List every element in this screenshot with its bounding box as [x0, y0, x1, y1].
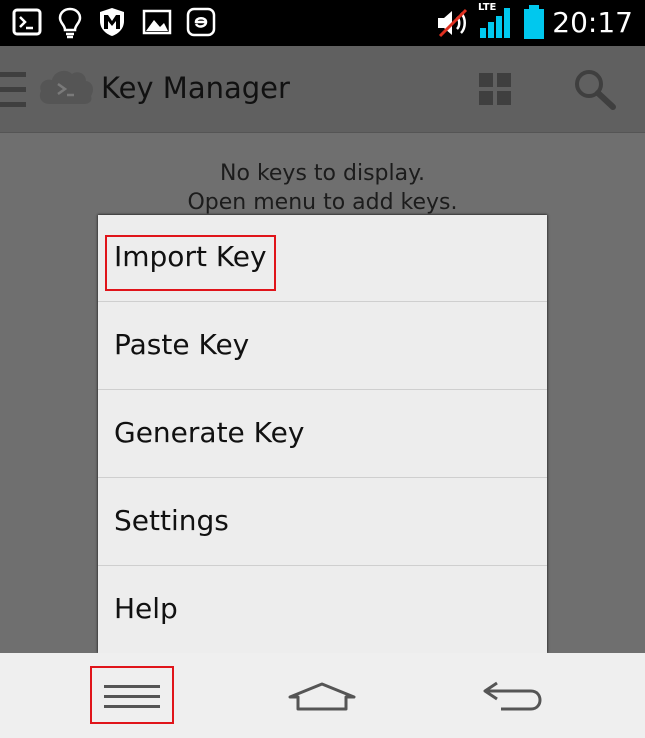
menu-item-label: Paste Key — [114, 328, 250, 361]
import-key-highlight — [105, 235, 276, 291]
status-time: 20:17 — [552, 6, 633, 39]
app-title: Key Manager — [101, 71, 290, 105]
screen: LTE 20:17 Key Manager No keys to display… — [0, 0, 645, 738]
menu-button-highlight — [90, 666, 174, 724]
status-bar: LTE 20:17 — [0, 0, 645, 46]
empty-message-line1: No keys to display. — [220, 161, 425, 186]
back-button[interactable] — [465, 653, 565, 738]
menu-item-label: Settings — [114, 504, 229, 537]
menu-item-help[interactable]: Help — [98, 567, 547, 653]
signal-icon: LTE — [478, 2, 518, 40]
menu-item-generate-key[interactable]: Generate Key — [98, 391, 547, 478]
mcafee-icon — [100, 8, 124, 36]
empty-message-line2: Open menu to add keys. — [187, 190, 458, 215]
grid-icon[interactable] — [478, 72, 512, 106]
menu-item-settings[interactable]: Settings — [98, 479, 547, 566]
home-icon — [288, 682, 356, 711]
home-button[interactable] — [272, 653, 372, 738]
e-icon — [186, 7, 216, 37]
action-bar: Key Manager — [0, 46, 645, 133]
search-icon[interactable] — [573, 68, 617, 110]
lightbulb-icon — [58, 7, 82, 39]
back-icon — [483, 681, 542, 711]
empty-message: No keys to display. Open menu to add key… — [0, 159, 645, 217]
gallery-icon — [142, 9, 172, 35]
terminal-icon — [12, 8, 42, 36]
menu-item-label: Generate Key — [114, 416, 305, 449]
menu-item-label: Help — [114, 592, 178, 625]
drawer-icon[interactable] — [0, 70, 28, 110]
battery-icon — [524, 5, 544, 39]
muted-volume-icon — [438, 8, 468, 38]
cloud-terminal-icon — [39, 70, 94, 104]
menu-item-paste-key[interactable]: Paste Key — [98, 303, 547, 390]
